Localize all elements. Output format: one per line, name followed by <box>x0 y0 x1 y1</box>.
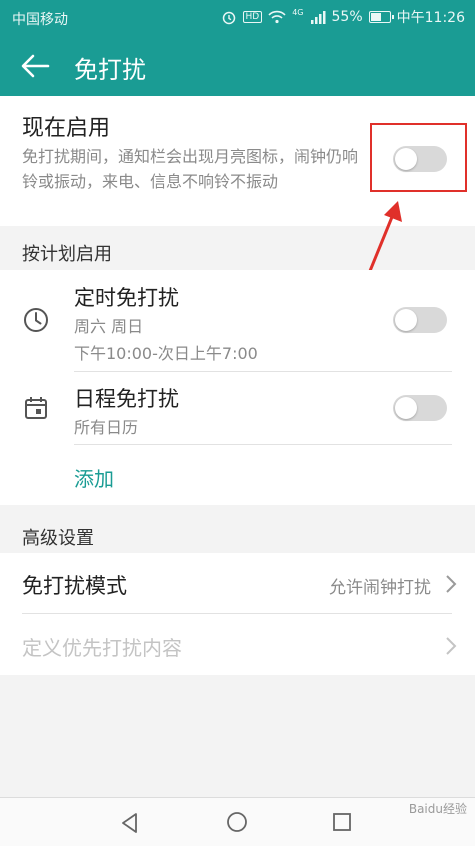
dnd-mode-label[interactable]: 免打扰模式 <box>22 570 127 600</box>
clock-icon <box>24 308 48 332</box>
signal-type: 4G <box>292 7 304 17</box>
now-enable-description: 免打扰期间，通知栏会出现月亮图标，闹钟仍响铃或振动，来电、信息不响铃不振动 <box>22 147 359 191</box>
hd-icon: HD <box>242 11 263 23</box>
custom-priority-label: 定义优先打扰内容 <box>22 636 182 660</box>
divider <box>22 613 452 614</box>
timed-dnd-time: 下午10:00-次日上午7:00 <box>74 344 258 363</box>
app-bar: 免打扰 <box>0 36 475 96</box>
alarm-icon <box>222 11 235 25</box>
divider <box>74 444 452 445</box>
calendar-dnd-toggle[interactable] <box>393 395 447 421</box>
calendar-dnd-subtitle: 所有日历 <box>74 418 139 437</box>
battery-percent: 55% <box>331 9 363 25</box>
signal-icon <box>310 11 326 24</box>
calendar-icon <box>25 397 47 419</box>
carrier-name: 中国移动 <box>12 12 68 28</box>
status-bar: 中国移动 HD 4G 55% 中午11:26 <box>0 0 475 36</box>
timed-dnd-toggle[interactable] <box>393 307 447 333</box>
chevron-right-icon <box>446 637 457 655</box>
navigation-bar <box>0 797 475 846</box>
add-schedule-link[interactable]: 添加 <box>74 463 114 492</box>
divider <box>74 371 452 372</box>
dnd-mode-value[interactable]: 允许闹钟打扰 <box>329 573 431 598</box>
calendar-dnd-title: 日程免打扰 <box>74 387 179 411</box>
chevron-right-icon <box>446 575 457 593</box>
timed-dnd-title: 定时免打扰 <box>74 286 179 310</box>
advanced-section-label: 高级设置 <box>22 528 94 549</box>
timed-dnd-days: 周六 周日 <box>74 317 144 336</box>
now-enable-title: 现在启用 <box>22 116 111 141</box>
wifi-icon <box>268 10 286 24</box>
recents-square-icon[interactable] <box>332 812 352 832</box>
back-triangle-icon[interactable] <box>119 812 141 834</box>
watermark: Baidu经验 <box>408 802 467 816</box>
home-circle-icon[interactable] <box>226 811 248 833</box>
arrow-left-icon[interactable] <box>18 50 52 82</box>
page-title: 免打扰 <box>74 56 146 84</box>
highlight-box <box>370 123 467 192</box>
battery-icon <box>368 11 394 23</box>
status-time: 中午11:26 <box>396 10 465 26</box>
schedule-panel <box>0 270 475 505</box>
schedule-section-label: 按计划启用 <box>22 244 112 265</box>
